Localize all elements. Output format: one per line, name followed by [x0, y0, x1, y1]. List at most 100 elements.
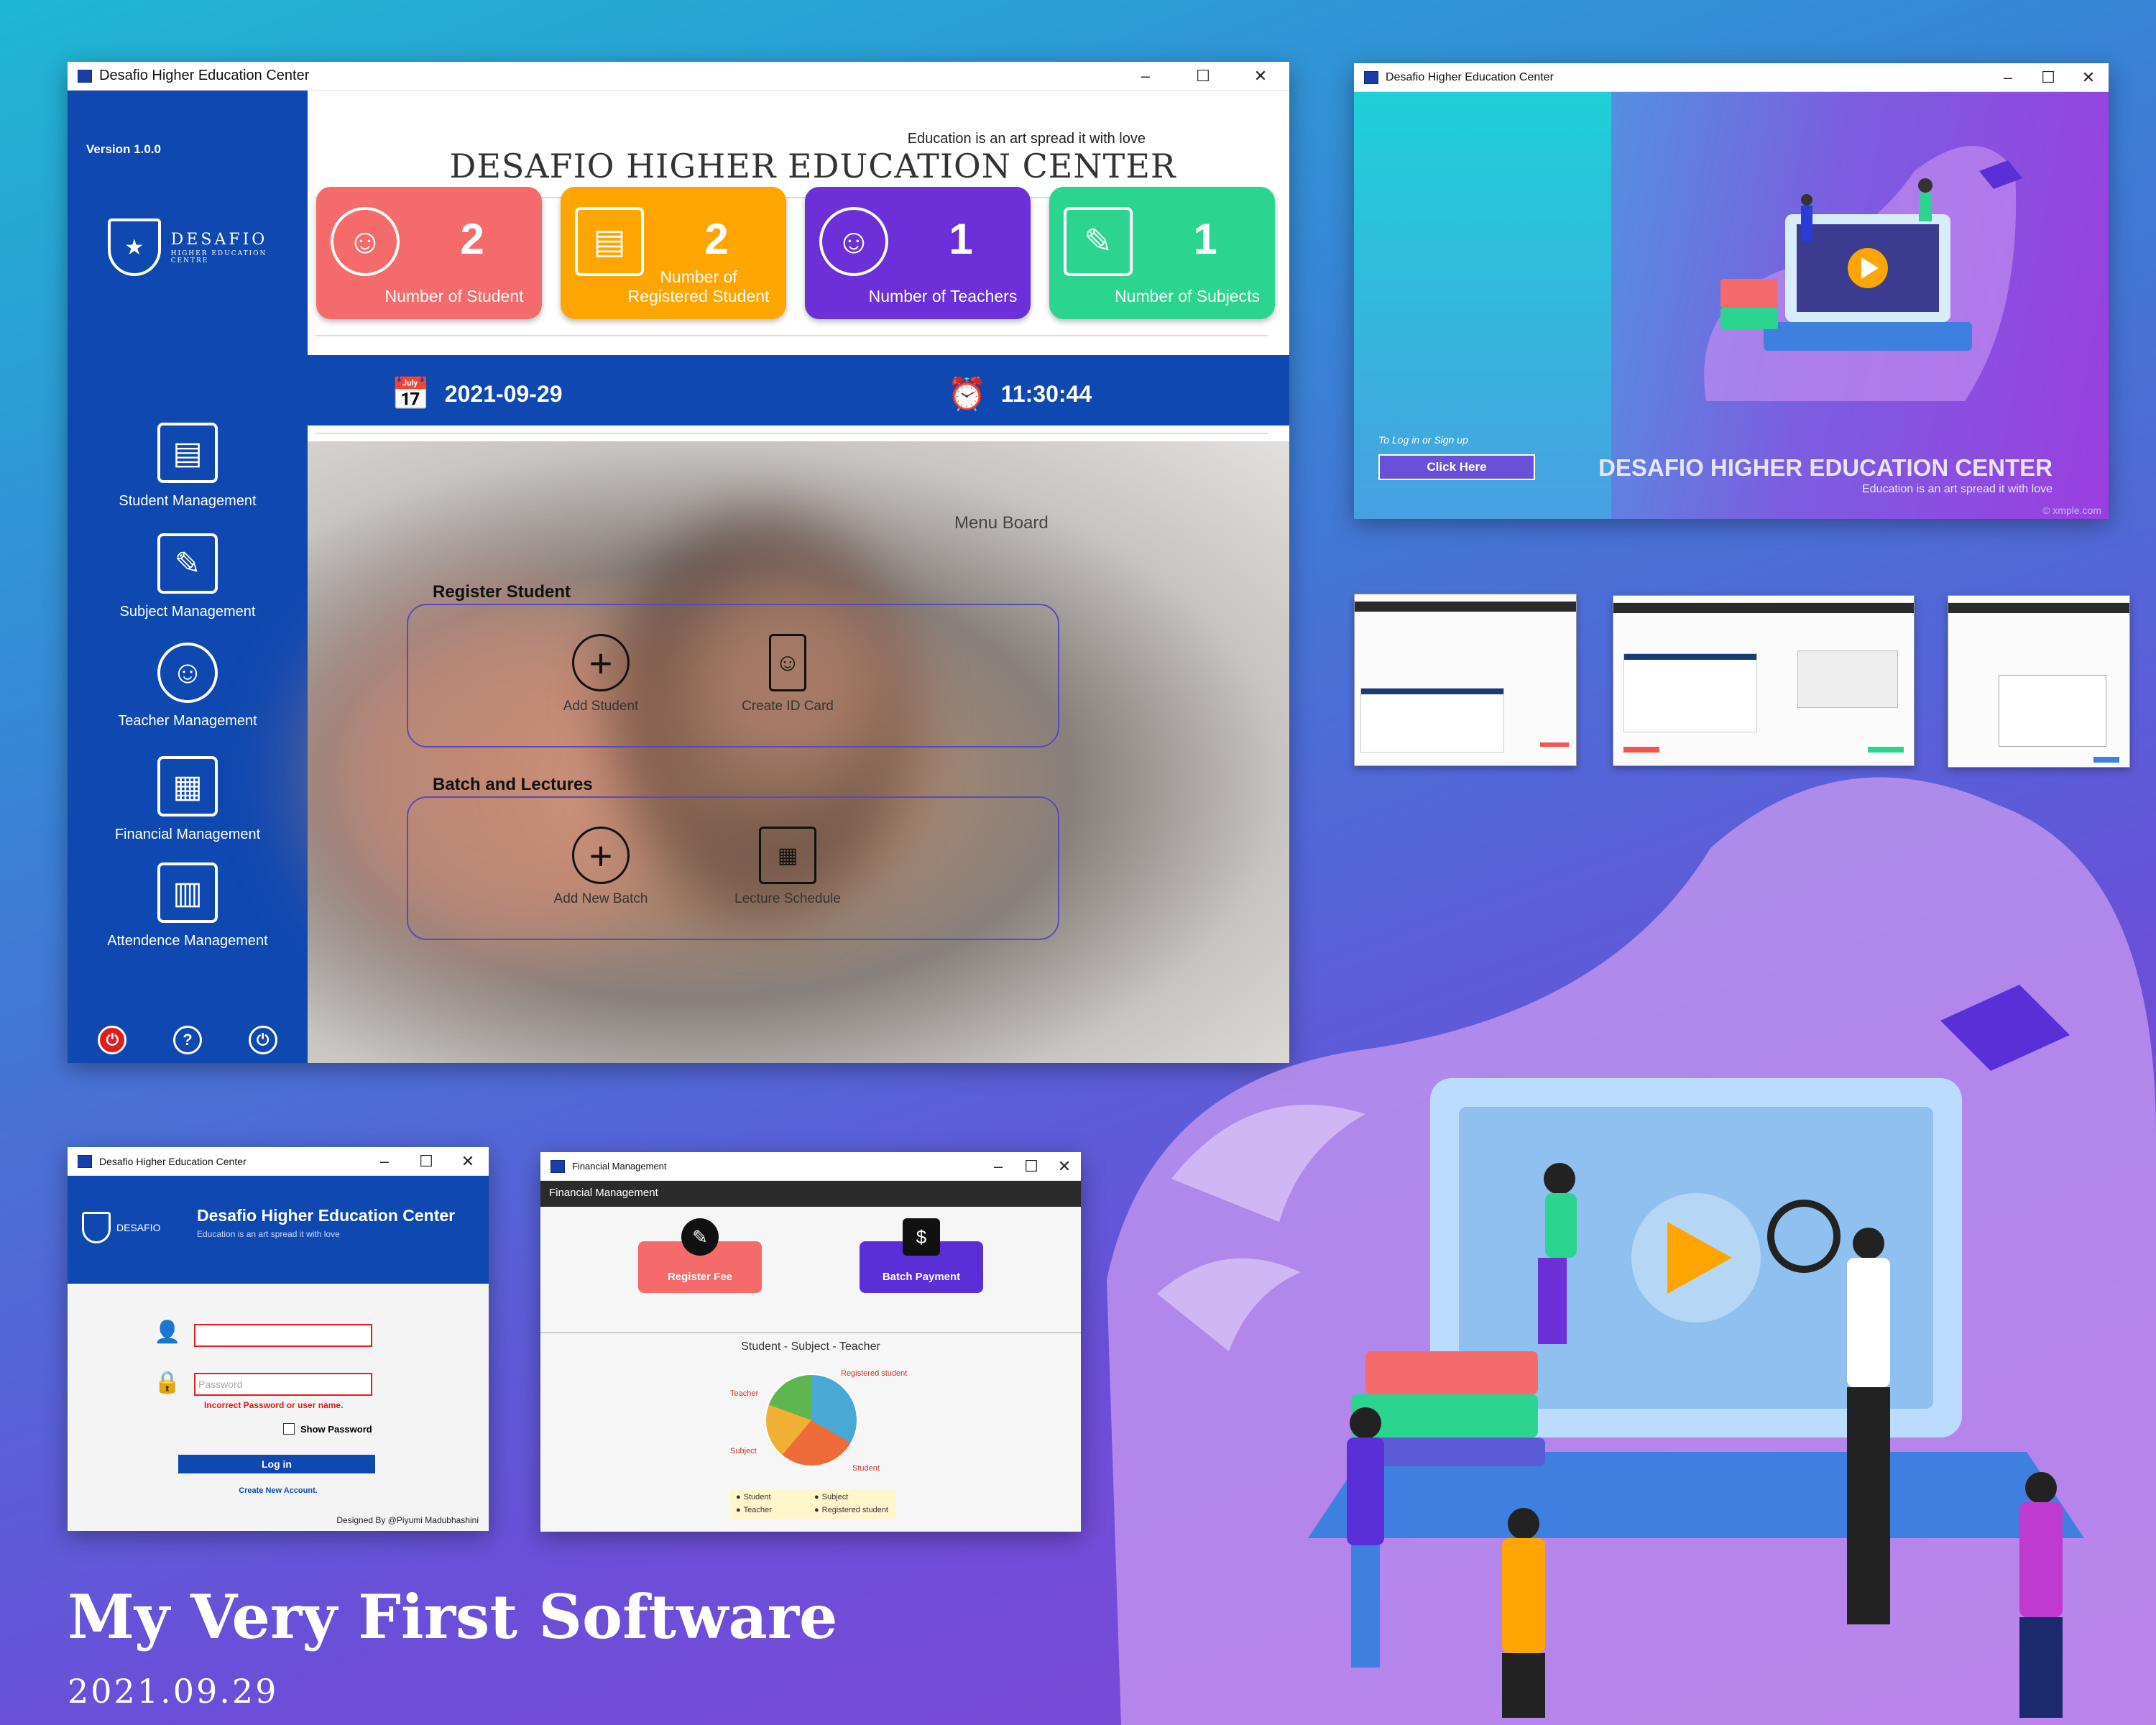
clipboard-icon: ✎ — [681, 1218, 719, 1256]
app-icon — [78, 1154, 92, 1168]
password-field[interactable]: Password — [194, 1373, 372, 1396]
financial-body: Register Fee ✎ Batch Payment $ Student -… — [540, 1207, 1081, 1532]
pie-label: Student — [852, 1464, 880, 1473]
maximize-button[interactable]: ☐ — [405, 1152, 447, 1171]
welcome-heading: DESAFIO HIGHER EDUCATION CENTER — [1598, 454, 2053, 481]
lecture-schedule-button[interactable]: ▦ Lecture Schedule — [716, 827, 860, 907]
sidebar-item-student[interactable]: ▤ Student Management — [68, 423, 308, 510]
create-id-thumbnail[interactable] — [1948, 595, 2130, 768]
create-id-card-button[interactable]: ☺ Create ID Card — [716, 634, 860, 714]
show-password-checkbox[interactable]: Show Password — [283, 1423, 372, 1435]
menu-item-label: Lecture Schedule — [734, 891, 841, 906]
tagline: Education is an art spread it with love — [907, 131, 1146, 147]
id-card-icon: ▤ — [157, 423, 218, 483]
login-button[interactable]: Log in — [178, 1455, 375, 1473]
main-title-bar: Desafio Higher Education Center – ☐ ✕ — [68, 62, 1289, 91]
thumbnail-header — [1355, 602, 1576, 612]
plus-circle-icon: + — [572, 827, 630, 884]
minimize-button[interactable]: – — [1117, 67, 1174, 86]
pie-chart — [765, 1374, 858, 1467]
schedule-board-icon: ▦ — [759, 827, 816, 884]
batch-lectures-box: + Add New Batch ▦ Lecture Schedule — [407, 796, 1059, 940]
thumbnail-button — [1540, 742, 1569, 747]
login-body: 👤 🔒 Password Incorrect Password or user … — [68, 1284, 489, 1531]
app-icon — [550, 1159, 565, 1173]
id-badge-icon: ☺ — [769, 634, 806, 691]
user-icon: 👤 — [154, 1320, 181, 1344]
close-button[interactable]: ✕ — [2068, 68, 2109, 87]
stat-value: 1 — [1193, 215, 1217, 263]
sidebar-item-label: Attendence Management — [107, 933, 268, 949]
welcome-title-bar: Desafio Higher Education Center – ☐ ✕ — [1354, 63, 2109, 92]
maximize-button[interactable]: ☐ — [1174, 67, 1232, 86]
version-label: Version 1.0.0 — [86, 142, 161, 156]
menu-item-label: Add New Batch — [553, 891, 648, 906]
add-new-batch-button[interactable]: + Add New Batch — [529, 827, 673, 907]
error-message: Incorrect Password or user name. — [204, 1400, 344, 1410]
minimize-button[interactable]: – — [1988, 68, 2028, 87]
thumbnail-table — [1360, 688, 1504, 753]
section-heading: Register Student — [433, 582, 571, 602]
minimize-button[interactable]: – — [364, 1152, 405, 1171]
sidebar-item-attendance[interactable]: ▥ Attendence Management — [68, 862, 308, 949]
close-button[interactable]: ✕ — [1232, 67, 1289, 86]
plus-circle-icon: + — [572, 634, 630, 691]
thumbnail-title-bar — [1948, 596, 2129, 603]
divider — [315, 433, 1268, 434]
login-heading: Desafio Higher Education Center — [197, 1206, 456, 1225]
stat-card-registered[interactable]: ▤ 2 Number of Registered Student — [561, 187, 786, 319]
attendance-thumbnail[interactable] — [1613, 595, 1915, 766]
footer-date: 2021.09.29 — [68, 1672, 279, 1711]
thumbnail-button — [1868, 747, 1904, 753]
financial-header: Financial Management — [540, 1181, 1081, 1207]
thumbnail-button — [2093, 757, 2119, 763]
calendar-icon: 📅 — [391, 377, 430, 412]
stat-card-students[interactable]: ☺ 2 Number of Student — [316, 187, 542, 319]
sidebar-item-subject[interactable]: ✎ Subject Management — [68, 533, 308, 620]
sidebar-item-financial[interactable]: ▦ Financial Management — [68, 756, 308, 843]
app-icon — [1364, 70, 1378, 84]
thumbnail-panel — [1797, 650, 1898, 708]
main-window-title: Desafio Higher Education Center — [99, 68, 310, 83]
stat-label: Number of Teachers — [868, 287, 1018, 305]
stat-card-teachers[interactable]: ☺ 1 Number of Teachers — [805, 187, 1031, 319]
maximize-button[interactable]: ☐ — [1015, 1157, 1048, 1176]
legend-item: Subject — [814, 1493, 890, 1503]
stat-card-subjects[interactable]: ✎ 1 Number of Subjects — [1049, 187, 1275, 319]
thumbnail-button — [1623, 747, 1659, 753]
register-student-thumbnail[interactable] — [1354, 594, 1577, 766]
id-card-preview — [1999, 675, 2106, 747]
welcome-body: To Log in or Sign up Click Here DESAFIO … — [1354, 92, 2109, 519]
minimize-button[interactable]: – — [982, 1157, 1015, 1176]
legend-item: Registered student — [814, 1506, 890, 1516]
sidebar-item-teacher[interactable]: ☺ Teacher Management — [68, 643, 308, 730]
click-here-button[interactable]: Click Here — [1378, 454, 1535, 480]
app-icon — [78, 69, 92, 83]
add-student-button[interactable]: + Add Student — [529, 634, 673, 714]
footer-title: My Very First Software — [68, 1581, 838, 1652]
table-header — [1624, 654, 1756, 660]
education-illustration — [1107, 777, 2156, 1725]
close-button[interactable]: ✕ — [447, 1152, 489, 1171]
brand-name: DESAFIO — [170, 230, 268, 249]
login-tagline: Education is an art spread it with love — [197, 1229, 340, 1239]
username-field[interactable] — [194, 1324, 372, 1347]
help-icon[interactable]: ? — [172, 1026, 202, 1054]
sidebar-item-label: Financial Management — [114, 827, 261, 842]
maximize-button[interactable]: ☐ — [2028, 68, 2068, 87]
login-header: DESAFIO Desafio Higher Education Center … — [68, 1176, 489, 1284]
checkbox-label: Show Password — [300, 1423, 372, 1435]
register-student-box: + Add Student ☺ Create ID Card — [407, 604, 1059, 748]
login-title-bar: Desafio Higher Education Center – ☐ ✕ — [68, 1147, 489, 1176]
create-account-link[interactable]: Create New Account. — [68, 1486, 489, 1495]
shield-logo-icon — [82, 1212, 111, 1243]
checkbox-icon — [283, 1423, 295, 1435]
stat-label: Number of Subjects — [1115, 287, 1260, 305]
brand-name: DESAFIO — [116, 1222, 161, 1233]
sidebar: Version 1.0.0 ★ DESAFIO HIGHER EDUCATION … — [68, 91, 308, 1063]
financial-title-bar: Financial Management – ☐ ✕ — [540, 1152, 1081, 1181]
stat-value: 1 — [949, 215, 973, 263]
table-header — [1361, 689, 1503, 694]
power-icon[interactable]: ⏻ — [98, 1026, 127, 1054]
logout-icon[interactable]: ⏻ — [248, 1026, 277, 1054]
